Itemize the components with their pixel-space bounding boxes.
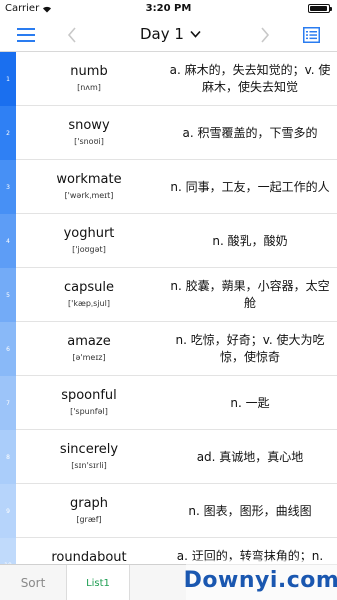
word-definition: a. 麻木的，失去知觉的；v. 使麻木，使失去知觉 <box>169 63 331 94</box>
row-index: 2 <box>0 106 16 160</box>
day-selector[interactable]: Day 1 <box>140 25 201 43</box>
list-view-icon[interactable] <box>299 23 323 47</box>
word-text: numb <box>70 64 108 79</box>
word-definition: ad. 真诚地，真心地 <box>196 449 304 464</box>
word-phonetic: [græf] <box>76 515 102 524</box>
word-list[interactable]: 1 numb [nʌm] a. 麻木的，失去知觉的；v. 使麻木，使失去知觉 2 snow… <box>0 52 337 564</box>
watermark: Downyi.com <box>184 560 337 600</box>
status-time: 3:20 PM <box>145 3 192 14</box>
word-row[interactable]: 5 capsule ['kæpˌsjul] n. 胶囊，蒴果，小容器，太空舱 <box>0 268 337 322</box>
word-definition: n. 图表，图形，曲线图 <box>188 503 312 518</box>
word-phonetic: ['snoʊi] <box>74 137 104 146</box>
row-index: 5 <box>0 268 16 322</box>
chevron-left-icon[interactable] <box>60 23 84 47</box>
word-definition: n. 胶囊，蒴果，小容器，太空舱 <box>170 279 330 310</box>
word-row[interactable]: 6 amaze [ə'meɪz] n. 吃惊，好奇；v. 使大为吃惊，使惊奇 <box>0 322 337 376</box>
word-text: amaze <box>67 334 111 349</box>
word-text: spoonful <box>61 388 117 403</box>
word-row[interactable]: 8 sincerely [sɪn'sɪrli] ad. 真诚地，真心地 <box>0 430 337 484</box>
tab-sort[interactable]: Sort <box>0 565 66 600</box>
row-index: 7 <box>0 376 16 430</box>
word-row[interactable]: 3 workmate ['wərkˌmeɪt] n. 同事，工友，一起工作的人 <box>0 160 337 214</box>
row-index: 4 <box>0 214 16 268</box>
word-definition: a. 积雪覆盖的，下雪多的 <box>182 125 318 140</box>
row-index: 10 <box>0 538 16 564</box>
tab-list1[interactable]: List1 <box>66 565 130 600</box>
word-text: graph <box>69 496 109 511</box>
word-text: workmate <box>56 172 122 187</box>
word-text: roundabout <box>51 550 127 564</box>
word-row[interactable]: 7 spoonful ['spunfəl] n. 一匙 <box>0 376 337 430</box>
word-row[interactable]: 1 numb [nʌm] a. 麻木的，失去知觉的；v. 使麻木，使失去知觉 <box>0 52 337 106</box>
row-index: 8 <box>0 430 16 484</box>
word-text: yoghurt <box>63 226 115 241</box>
row-index: 9 <box>0 484 16 538</box>
status-bar: Carrier 3:20 PM <box>0 0 337 18</box>
menu-icon[interactable] <box>14 23 38 47</box>
word-row[interactable]: 9 graph [græf] n. 图表，图形，曲线图 <box>0 484 337 538</box>
word-text: snowy <box>68 118 110 133</box>
word-phonetic: ['joʊgət] <box>72 245 106 254</box>
row-index: 6 <box>0 322 16 376</box>
word-definition: n. 一匙 <box>230 395 270 410</box>
battery-icon <box>308 4 332 13</box>
word-text: sincerely <box>59 442 119 457</box>
word-phonetic: [sɪn'sɪrli] <box>71 461 107 470</box>
word-phonetic: ['wərkˌmeɪt] <box>64 191 114 200</box>
nav-bar: Day 1 <box>0 18 337 52</box>
word-text: capsule <box>64 280 114 295</box>
word-phonetic: [ə'meɪz] <box>72 353 106 362</box>
word-definition: n. 酸乳，酸奶 <box>212 233 288 248</box>
word-phonetic: ['kæpˌsjul] <box>68 299 110 308</box>
word-row[interactable]: 2 snowy ['snoʊi] a. 积雪覆盖的，下雪多的 <box>0 106 337 160</box>
chevron-right-icon[interactable] <box>253 23 277 47</box>
word-definition: n. 吃惊，好奇；v. 使大为吃惊，使惊奇 <box>175 333 325 364</box>
chevron-down-icon <box>190 30 201 38</box>
word-phonetic: [nʌm] <box>77 83 101 92</box>
word-row[interactable]: 4 yoghurt ['joʊgət] n. 酸乳，酸奶 <box>0 214 337 268</box>
page-title: Day 1 <box>140 25 184 43</box>
word-phonetic: ['spunfəl] <box>70 407 108 416</box>
row-index: 3 <box>0 160 16 214</box>
row-index: 1 <box>0 52 16 106</box>
word-definition: n. 同事，工友，一起工作的人 <box>170 179 330 194</box>
